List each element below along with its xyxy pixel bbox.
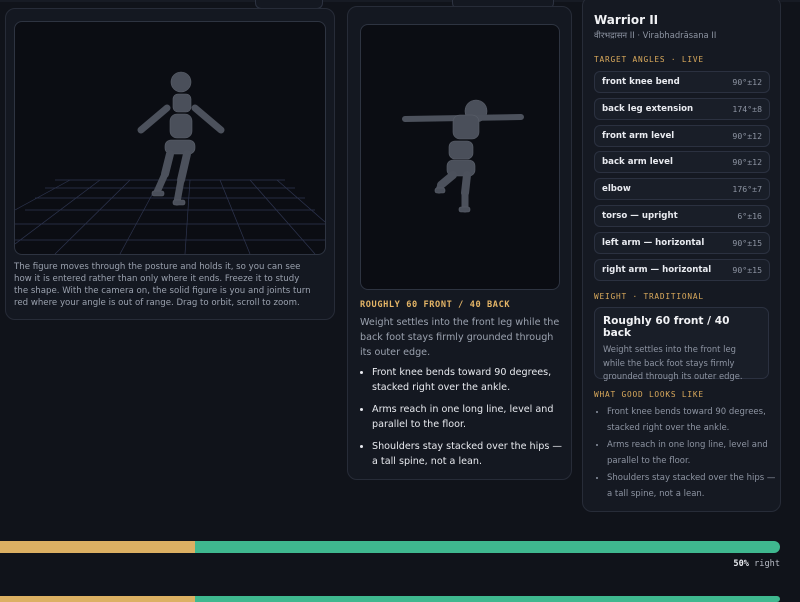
mannequin-scene [402, 99, 524, 213]
weight-box-description: Weight settles into the front leg while … [603, 344, 743, 381]
angles-section-label: TARGET ANGLES · LIVE [594, 55, 704, 64]
angle-tolerance: 90°±12 [732, 77, 762, 87]
cue-item: Shoulders stay stacked over the hips — a… [372, 439, 568, 469]
angle-tolerance: 176°±7 [732, 184, 762, 195]
angle-name: left arm — horizontal [602, 237, 705, 248]
angle-tolerance: 90°±12 [732, 130, 762, 141]
angle-row[interactable]: front knee bend 90°±12 [594, 71, 770, 93]
mannequin-head [170, 71, 192, 93]
balance-side: right [754, 559, 780, 569]
cue-item: Arms reach in one long line, level and p… [372, 402, 568, 432]
angle-row[interactable]: left arm — horizontal 90°±15 [594, 231, 770, 254]
cues-section-label: WHAT GOOD LOOKS LIKE [594, 390, 704, 399]
angle-name: elbow [602, 184, 631, 195]
pose-viewport[interactable] [360, 24, 560, 290]
angle-name: right arm — horizontal [602, 264, 712, 275]
weight-balance-bar [0, 541, 780, 553]
weight-box: Roughly 60 front / 40 back Weight settle… [594, 307, 769, 381]
angle-tolerance: 6°±16 [737, 210, 762, 221]
side-cue-item: Front knee bends toward 90 degrees, stac… [607, 404, 777, 436]
pose-title: Warrior II [594, 13, 659, 27]
pose-card: ROUGHLY 60 FRONT / 40 BACK Weight settle… [347, 6, 572, 480]
pose-details-panel: Warrior II वीरभद्रासन II · Virabhadrāsan… [582, 0, 781, 512]
angle-tolerance: 90°±15 [732, 237, 762, 248]
angle-name: back arm level [602, 157, 673, 168]
animation-viewport[interactable] [14, 21, 326, 255]
balance-bar-right [195, 596, 780, 602]
angle-tolerance: 90°±12 [732, 157, 762, 168]
balance-bar-left [0, 541, 195, 553]
angle-name: torso — upright [602, 210, 678, 221]
weight-section-label: WEIGHT · TRADITIONAL [594, 292, 704, 301]
angle-row[interactable]: back arm level 90°±12 [594, 151, 770, 174]
angle-tolerance: 174°±8 [732, 103, 762, 114]
angle-name: front knee bend [602, 77, 680, 87]
animation-caption: The figure moves through the posture and… [14, 262, 311, 308]
animation-card: The figure moves through the posture and… [5, 8, 335, 320]
side-cue-item: Shoulders stay stacked over the hips — a… [607, 470, 777, 502]
angle-tolerance: 90°±15 [732, 264, 762, 275]
weight-balance-bar-secondary [0, 596, 780, 602]
angle-row[interactable]: elbow 176°±7 [594, 178, 770, 201]
angle-row[interactable]: front arm level 90°±12 [594, 124, 770, 147]
cue-item: Front knee bends toward 90 degrees, stac… [372, 365, 568, 395]
angle-name: front arm level [602, 130, 675, 141]
side-cue-list: Front knee bends toward 90 degrees, stac… [594, 404, 777, 503]
target-angles-list: front knee bend 90°±12 back leg extensio… [594, 71, 770, 285]
side-cue-item: Arms reach in one long line, level and p… [607, 437, 777, 469]
angle-row[interactable]: torso — upright 6°±16 [594, 204, 770, 227]
angle-name: back leg extension [602, 103, 694, 114]
weight-description: Weight settles into the front leg while … [360, 317, 560, 358]
cue-list: Front knee bends toward 90 degrees, stac… [360, 365, 568, 476]
angle-row[interactable]: back leg extension 174°±8 [594, 97, 770, 120]
balance-bar-left [0, 596, 195, 602]
angle-row[interactable]: right arm — horizontal 90°±15 [594, 258, 770, 281]
balance-percent: 50% [733, 559, 749, 569]
weight-box-title: Roughly 60 front / 40 back [603, 315, 730, 339]
balance-readout: 50% right [733, 559, 780, 569]
pose-subtitle: वीरभद्रासन II · Virabhadrāsana II [594, 30, 717, 40]
grid-mannequin-scene [15, 71, 325, 254]
weight-kicker: ROUGHLY 60 FRONT / 40 BACK [360, 300, 511, 310]
balance-bar-right [195, 541, 780, 553]
